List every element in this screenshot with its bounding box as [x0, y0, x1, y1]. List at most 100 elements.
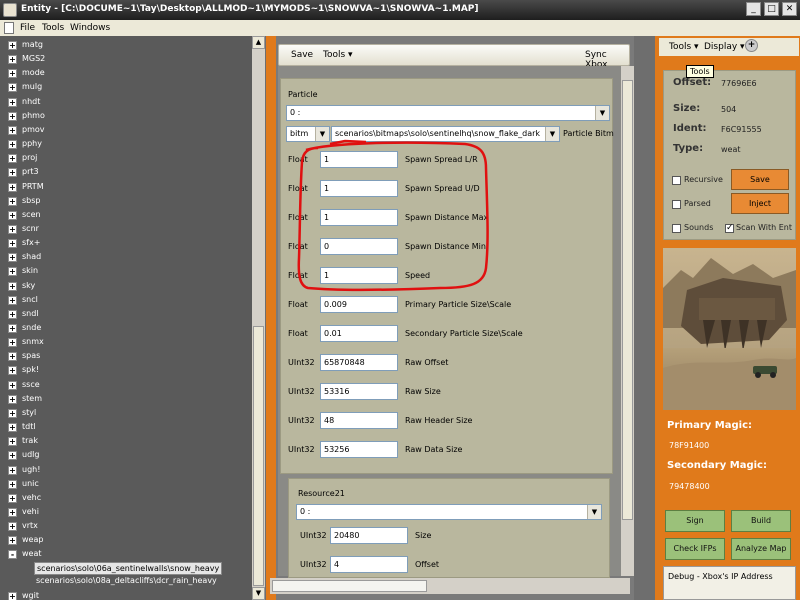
tree-item[interactable]: + matg	[0, 39, 252, 52]
tree-item[interactable]: + spk!	[0, 364, 252, 377]
particle-index-select[interactable]: 0 : ▼	[286, 105, 610, 121]
tree-item[interactable]: + stem	[0, 393, 252, 406]
save-tag-button[interactable]: Save	[731, 169, 789, 190]
expand-icon[interactable]: +	[8, 168, 17, 178]
tree-item[interactable]: + udlg	[0, 449, 252, 462]
tree-item[interactable]: + mulg	[0, 81, 252, 94]
tag-type-select[interactable]: bitm ▼	[286, 126, 330, 142]
tree-item[interactable]: + skin	[0, 265, 252, 278]
field-value-input[interactable]: 48	[320, 412, 398, 429]
tree-item[interactable]: + MGS2	[0, 53, 252, 66]
tree-item[interactable]: + styl	[0, 407, 252, 420]
debug-ip-field[interactable]: Debug - Xbox's IP Address	[663, 566, 796, 600]
expand-icon[interactable]: +	[8, 437, 17, 447]
expand-icon[interactable]: +	[8, 111, 17, 121]
tree-item[interactable]: + prt3	[0, 166, 252, 179]
expand-icon[interactable]: +	[8, 423, 17, 433]
tree-item[interactable]: - weat	[0, 548, 252, 561]
scroll-down-arrow-icon[interactable]: ▼	[252, 587, 265, 600]
expand-icon[interactable]: +	[8, 394, 17, 404]
main-horizontal-scrollbar[interactable]	[270, 578, 630, 594]
expand-icon[interactable]: +	[8, 295, 17, 305]
tree-item[interactable]: + pmov	[0, 124, 252, 137]
tree-item[interactable]: + unic	[0, 478, 252, 491]
expand-icon[interactable]: +	[8, 196, 17, 206]
recursive-checkbox[interactable]	[672, 176, 681, 185]
parsed-checkbox[interactable]	[672, 200, 681, 209]
expand-icon[interactable]: +	[8, 591, 17, 600]
tree-item[interactable]: + vrtx	[0, 520, 252, 533]
field-value-input[interactable]: 65870848	[320, 354, 398, 371]
expand-icon[interactable]: +	[8, 154, 17, 164]
expand-icon[interactable]: +	[8, 338, 17, 348]
expand-icon[interactable]: +	[8, 97, 17, 107]
field-value-input[interactable]: 1	[320, 209, 398, 226]
expand-icon[interactable]: +	[8, 182, 17, 192]
tree-item[interactable]: + wgit	[0, 590, 252, 600]
tree-scrollbar[interactable]: ▲ ▼	[252, 36, 265, 600]
tree-item[interactable]: + sncl	[0, 294, 252, 307]
expand-icon[interactable]: +	[8, 239, 17, 249]
expand-icon[interactable]: +	[8, 210, 17, 220]
main-hscroll-thumb[interactable]	[272, 580, 427, 592]
expand-icon[interactable]: -	[8, 550, 17, 560]
field-value-input[interactable]: 1	[320, 180, 398, 197]
expand-icon[interactable]: +	[8, 493, 17, 503]
expand-icon[interactable]: +	[8, 267, 17, 277]
expand-icon[interactable]: +	[8, 536, 17, 546]
expand-icon[interactable]: +	[8, 309, 17, 319]
tree-item[interactable]: + snde	[0, 322, 252, 335]
expand-icon[interactable]: +	[8, 380, 17, 390]
expand-icon[interactable]: +	[8, 408, 17, 418]
expand-icon[interactable]: +	[8, 451, 17, 461]
field-value-input[interactable]: 1	[320, 151, 398, 168]
analyze-map-button[interactable]: Analyze Map	[731, 538, 791, 560]
expand-icon[interactable]: +	[8, 507, 17, 517]
chevron-down-icon[interactable]: ▼	[315, 127, 329, 141]
expand-icon[interactable]: +	[8, 140, 17, 150]
expand-icon[interactable]: +	[8, 69, 17, 79]
menu-windows[interactable]: Windows	[70, 23, 110, 33]
tree-item[interactable]: + spas	[0, 350, 252, 363]
main-vertical-scrollbar[interactable]	[621, 66, 634, 576]
sounds-checkbox[interactable]	[672, 224, 681, 233]
tree-item[interactable]: + sky	[0, 280, 252, 293]
expand-icon[interactable]: +	[8, 83, 17, 93]
tree-item[interactable]: + shad	[0, 251, 252, 264]
tree-item[interactable]: + mode	[0, 67, 252, 80]
inject-button[interactable]: Inject	[731, 193, 789, 214]
tree-child-item[interactable]: scenarios\solo\06a_sentinelwalls\snow_he…	[34, 561, 223, 575]
scan-with-ent-checkbox[interactable]: ✓	[725, 224, 734, 233]
chevron-down-icon[interactable]: ▼	[545, 127, 559, 141]
field-value-input[interactable]: 53256	[320, 441, 398, 458]
minimize-button[interactable]: _	[746, 2, 761, 16]
expand-icon[interactable]: +	[8, 55, 17, 65]
expand-icon[interactable]: +	[8, 366, 17, 376]
check-ifps-button[interactable]: Check IFPs	[665, 538, 725, 560]
tree-item[interactable]: + scnr	[0, 223, 252, 236]
expand-icon[interactable]: +	[8, 253, 17, 263]
tree-item[interactable]: + proj	[0, 152, 252, 165]
chevron-down-icon[interactable]: ▼	[595, 106, 609, 120]
tree-item[interactable]: + sndl	[0, 308, 252, 321]
display-dropdown[interactable]: Display ▾	[704, 42, 745, 52]
expand-icon[interactable]: +	[8, 281, 17, 291]
add-icon[interactable]: +	[745, 39, 758, 52]
resource-field-value-input[interactable]: 20480	[330, 527, 408, 544]
main-scroll-thumb[interactable]	[622, 80, 633, 520]
tree-item[interactable]: + nhdt	[0, 96, 252, 109]
chevron-down-icon[interactable]: ▼	[587, 505, 601, 519]
tree-scroll-thumb[interactable]	[253, 326, 264, 586]
field-value-input[interactable]: 0	[320, 238, 398, 255]
expand-icon[interactable]: +	[8, 465, 17, 475]
expand-icon[interactable]: +	[8, 41, 17, 50]
scroll-up-arrow-icon[interactable]: ▲	[252, 36, 265, 49]
tree-item[interactable]: + ugh!	[0, 464, 252, 477]
tree-item[interactable]: + weap	[0, 534, 252, 547]
tree-item[interactable]: + phmo	[0, 110, 252, 123]
tree-child-item[interactable]: scenarios\solo\08a_deltacliffs\dcr_rain_…	[34, 575, 219, 588]
tree-item[interactable]: + sfx+	[0, 237, 252, 250]
expand-icon[interactable]: +	[8, 522, 17, 532]
tree-item[interactable]: + vehc	[0, 492, 252, 505]
tag-path-select[interactable]: scenarios\bitmaps\solo\sentinelhq\snow_f…	[331, 126, 560, 142]
